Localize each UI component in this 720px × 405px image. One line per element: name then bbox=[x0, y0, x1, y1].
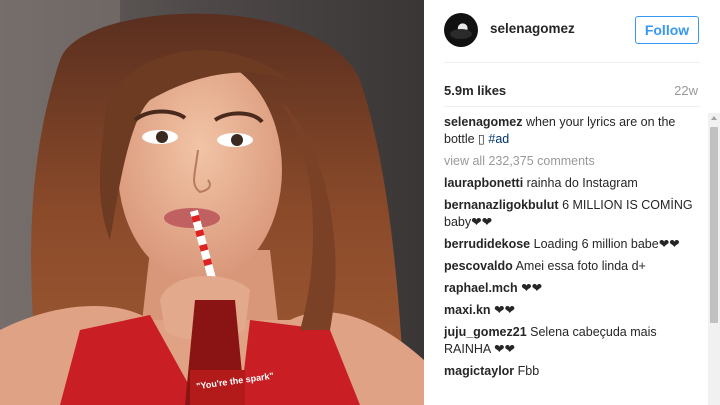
comment-item: berrudidekose Loading 6 million babe❤︎❤︎ bbox=[444, 236, 700, 253]
caption-username[interactable]: selenagomez bbox=[444, 115, 523, 129]
comment-item: magictaylor Fbb bbox=[444, 363, 700, 380]
comment-username[interactable]: pescovaldo bbox=[444, 259, 513, 273]
post-details-panel: selenagomez Follow 5.9m likes 22w selena… bbox=[424, 0, 708, 405]
comment-username[interactable]: berrudidekose bbox=[444, 237, 530, 251]
header-divider bbox=[444, 62, 700, 63]
comment-username[interactable]: laurapbonetti bbox=[444, 176, 523, 190]
comment-item: maxi.kn ❤︎❤︎ bbox=[444, 302, 700, 319]
post-header: selenagomez Follow bbox=[424, 0, 708, 62]
portrait-image bbox=[0, 0, 424, 405]
comment-username[interactable]: raphael.mch bbox=[444, 281, 518, 295]
scroll-up-arrow-icon[interactable] bbox=[711, 116, 717, 120]
follow-button[interactable]: Follow bbox=[635, 16, 699, 44]
comment-text: ❤︎❤︎ bbox=[490, 303, 515, 317]
comments-scrollbar[interactable] bbox=[708, 113, 720, 405]
post-author-username[interactable]: selenagomez bbox=[490, 21, 575, 36]
comment-item: raphael.mch ❤︎❤︎ bbox=[444, 280, 700, 297]
likes-count[interactable]: 5.9m likes bbox=[444, 83, 506, 98]
post-photo[interactable]: "You're the spark" bbox=[0, 0, 424, 405]
comment-text: Amei essa foto linda d+ bbox=[512, 259, 646, 273]
comment-item: bernanazligokbulut 6 MILLION IS COMİNG b… bbox=[444, 197, 700, 231]
likes-divider bbox=[444, 106, 700, 107]
comment-text: ❤︎❤︎ bbox=[517, 281, 543, 295]
scroll-thumb[interactable] bbox=[710, 127, 718, 323]
post-age[interactable]: 22w bbox=[674, 83, 698, 98]
comment-username[interactable]: maxi.kn bbox=[444, 303, 491, 317]
comment-username[interactable]: juju_gomez21 bbox=[444, 325, 527, 339]
comment-username[interactable]: magictaylor bbox=[444, 364, 514, 378]
comment-item: pescovaldo Amei essa foto linda d+ bbox=[444, 258, 700, 275]
comment-text: rainha do Instagram bbox=[523, 176, 638, 190]
comments-list: selenagomez when your lyrics are on the … bbox=[444, 114, 700, 385]
comment-item: juju_gomez21 Selena cabeçuda mais RAINHA… bbox=[444, 324, 700, 358]
comment-username[interactable]: bernanazligokbulut bbox=[444, 198, 559, 212]
avatar[interactable] bbox=[444, 13, 478, 47]
view-all-comments-link[interactable]: view all 232,375 comments bbox=[444, 153, 700, 170]
comment-text: Fbb bbox=[514, 364, 540, 378]
caption-hashtag[interactable]: #ad bbox=[488, 132, 509, 146]
comment-item: laurapbonetti rainha do Instagram bbox=[444, 175, 700, 192]
comment-text: Loading 6 million babe❤︎❤︎ bbox=[530, 237, 680, 251]
caption: selenagomez when your lyrics are on the … bbox=[444, 114, 700, 148]
